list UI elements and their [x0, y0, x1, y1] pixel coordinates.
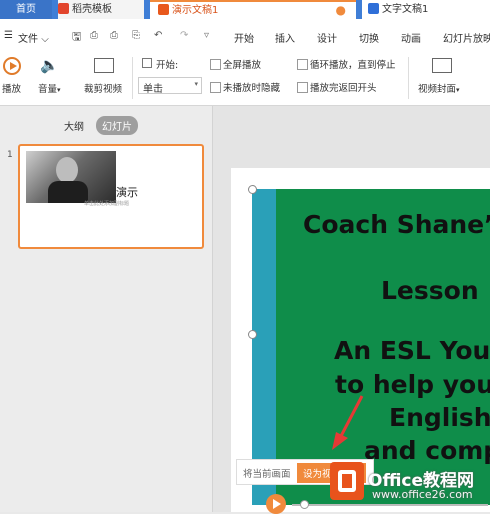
- video-cover-button[interactable]: 视频封面▾: [418, 81, 460, 95]
- tab-outline[interactable]: 大纲: [64, 118, 84, 133]
- redo-icon[interactable]: ↷: [180, 30, 188, 41]
- menu-start[interactable]: 开始: [234, 30, 254, 45]
- video-play-button[interactable]: [266, 494, 286, 514]
- thumbnail-photo: [26, 151, 116, 203]
- export-icon[interactable]: ⎘: [132, 30, 140, 41]
- start-select[interactable]: 单击 ▾: [138, 77, 202, 95]
- menu-row: ☰ 文件 ⌵ 🖫 ⎙ ⎙ ⎘ ↶ ↷ ▿ 开始 插入 设计 切换 动画 幻灯片放…: [0, 19, 490, 54]
- slide-thumbnail[interactable]: 演示 单击此处添加副标题: [18, 144, 204, 249]
- thumbnail-title: 演示: [116, 186, 138, 199]
- resize-handle[interactable]: [248, 185, 257, 194]
- fullscreen-label: 全屏播放: [223, 60, 262, 71]
- checkbox-icon: [210, 59, 221, 70]
- slide-number: 1: [7, 150, 13, 160]
- trim-video-icon[interactable]: [94, 58, 114, 73]
- file-menu-label: 文件: [18, 34, 38, 45]
- checkbox-icon: [297, 59, 308, 70]
- video-progress-track[interactable]: [292, 504, 488, 506]
- video-cover-icon[interactable]: [432, 58, 452, 73]
- set-cover-prompt: 将当前画面: [243, 469, 291, 480]
- menu-animation[interactable]: 动画: [401, 30, 421, 45]
- presentation-icon: [158, 3, 169, 15]
- tab-templates-label: 稻壳模板: [72, 4, 112, 15]
- print-icon[interactable]: ⎙: [110, 30, 118, 41]
- loop-checkbox[interactable]: 循环播放，直到停止: [297, 57, 396, 71]
- tab-presentation-label: 演示文稿1: [172, 5, 219, 16]
- rewind-label: 播放完返回开头: [310, 83, 377, 94]
- save-icon[interactable]: 🖫: [72, 28, 81, 47]
- start-icon: [142, 58, 152, 68]
- volume-label: 音量: [38, 84, 58, 95]
- start-select-value: 单击: [143, 84, 163, 95]
- volume-button[interactable]: 音量▾: [38, 81, 61, 95]
- play-triangle-icon: [273, 499, 281, 509]
- resize-handle[interactable]: [248, 330, 257, 339]
- office-logo-icon: [330, 462, 364, 500]
- chevron-down-icon: ▾: [456, 86, 460, 94]
- play-icon[interactable]: [3, 57, 21, 75]
- video-text-line: An ESL You: [334, 336, 490, 365]
- tab-templates[interactable]: 稻壳模板: [58, 0, 144, 19]
- video-progress-thumb[interactable]: [300, 500, 309, 509]
- video-text-line: English: [389, 403, 490, 432]
- tab-home-label: 首页: [16, 4, 36, 15]
- docer-icon: [58, 2, 69, 14]
- menu-transition[interactable]: 切换: [359, 30, 379, 45]
- writer-icon: [368, 2, 379, 14]
- menu-design[interactable]: 设计: [317, 30, 337, 45]
- chevron-down-icon: ▾: [194, 80, 198, 88]
- divider: [408, 57, 409, 99]
- trim-video-button[interactable]: 裁剪视频: [84, 81, 122, 95]
- menu-insert[interactable]: 插入: [275, 30, 295, 45]
- tab-writer[interactable]: 文字文稿1: [362, 0, 490, 19]
- start-label: 开始:: [156, 60, 179, 71]
- more-chevron-icon[interactable]: ▿: [204, 30, 209, 41]
- checkbox-icon: [297, 82, 308, 93]
- thumbnail-subtitle: 单击此处添加副标题: [84, 201, 130, 207]
- chevron-down-icon: ▾: [57, 86, 61, 94]
- hide-when-not-playing-checkbox[interactable]: 未播放时隐藏: [210, 80, 280, 94]
- video-text-line: Lesson: [381, 276, 479, 305]
- fullscreen-checkbox[interactable]: 全屏播放: [210, 57, 261, 71]
- checkbox-icon: [210, 82, 221, 93]
- video-text-line: and comp: [364, 436, 490, 465]
- tab-slides[interactable]: 幻灯片: [96, 116, 138, 135]
- menu-slideshow[interactable]: 幻灯片放映: [443, 30, 490, 45]
- tab-bar: 首页 稻壳模板 演示文稿1 ● 文字文稿1: [0, 0, 490, 19]
- tab-home[interactable]: 首页: [0, 0, 52, 19]
- loop-label: 循环播放，直到停止: [310, 60, 396, 71]
- chevron-down-icon: ⌵: [41, 34, 49, 45]
- red-arrow-icon: [332, 395, 364, 450]
- unsaved-dot-icon: ●: [335, 3, 346, 17]
- divider: [132, 57, 133, 99]
- hide-label: 未播放时隐藏: [223, 83, 281, 94]
- tab-writer-label: 文字文稿1: [382, 4, 429, 15]
- video-cover-label: 视频封面: [418, 84, 457, 95]
- rewind-checkbox[interactable]: 播放完返回开头: [297, 80, 377, 94]
- tab-presentation[interactable]: 演示文稿1 ●: [150, 0, 356, 19]
- volume-icon[interactable]: 🔈: [40, 56, 59, 74]
- video-left-border: [252, 189, 276, 505]
- file-menu[interactable]: 文件 ⌵: [18, 30, 49, 45]
- watermark-url: www.office26.com: [372, 488, 473, 501]
- video-tools-ribbon: 播放 🔈 音量▾ 裁剪视频 开始: 单击 ▾ 全屏播放 未播放时隐藏 循环播放，…: [0, 53, 490, 106]
- video-text-line: Coach Shane’s: [303, 210, 490, 239]
- print-preview-icon[interactable]: ⎙: [90, 30, 98, 41]
- hamburger-icon[interactable]: ☰: [4, 30, 13, 41]
- undo-icon[interactable]: ↶: [154, 30, 162, 41]
- play-button[interactable]: 播放: [2, 81, 21, 95]
